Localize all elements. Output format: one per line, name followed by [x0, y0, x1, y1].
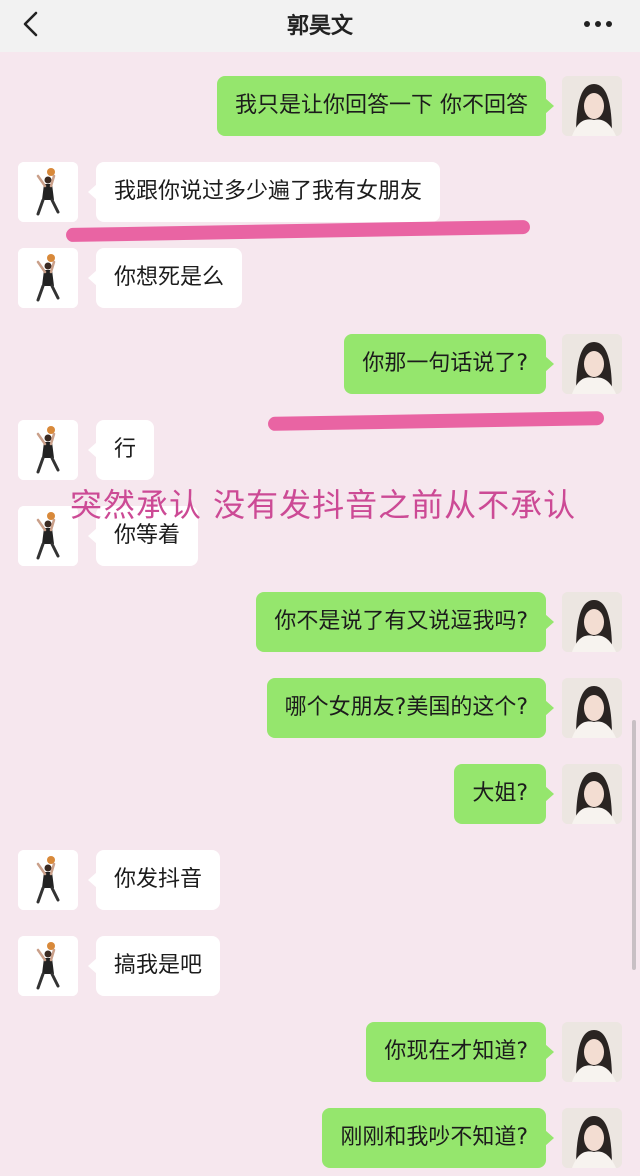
my-avatar[interactable] [562, 592, 622, 652]
contact-avatar[interactable] [18, 936, 78, 996]
my-avatar[interactable] [562, 1108, 622, 1168]
chat-title: 郭昊文 [286, 14, 353, 39]
highlight-stroke [267, 411, 605, 431]
contact-avatar[interactable] [18, 850, 78, 910]
message-list[interactable]: 我只是让你回答一下 你不回答 我跟你说过多少遍了我有女朋友 你想死是么 你那一句… [0, 52, 640, 1176]
message-bubble[interactable]: 搞我是吧 [87, 936, 221, 996]
my-avatar[interactable] [562, 76, 622, 136]
message-bubble[interactable]: 行 [87, 420, 155, 480]
overlay-caption: 突然承认 没有发抖音之前从不承认 [70, 486, 577, 524]
message-bubble[interactable]: 你发抖音 [87, 850, 221, 910]
message-bubble[interactable]: 我跟你说过多少遍了我有女朋友 [87, 162, 441, 222]
contact-avatar[interactable] [18, 248, 78, 308]
highlight-stroke [65, 219, 531, 243]
message-bubble[interactable]: 哪个女朋友?美国的这个? [266, 678, 555, 738]
my-avatar[interactable] [562, 678, 622, 738]
scrollbar[interactable] [632, 720, 636, 970]
message-bubble[interactable]: 你不是说了有又说逗我吗? [256, 592, 554, 652]
contact-avatar[interactable] [18, 506, 78, 566]
message-bubble[interactable]: 你想死是么 [87, 248, 243, 308]
message-bubble[interactable]: 你那一句话说了? [344, 334, 554, 394]
my-avatar[interactable] [562, 1022, 622, 1082]
my-avatar[interactable] [562, 334, 622, 394]
ellipsis-icon[interactable] [582, 12, 614, 36]
contact-avatar[interactable] [18, 162, 78, 222]
contact-avatar[interactable] [18, 420, 78, 480]
message-bubble[interactable]: 我只是让你回答一下 你不回答 [217, 76, 554, 136]
message-bubble[interactable]: 刚刚和我吵不知道? [322, 1108, 554, 1168]
my-avatar[interactable] [562, 764, 622, 824]
chat-header: 郭昊文 [0, 0, 640, 52]
message-bubble[interactable]: 大姐? [454, 764, 554, 824]
message-bubble[interactable]: 你现在才知道? [366, 1022, 554, 1082]
